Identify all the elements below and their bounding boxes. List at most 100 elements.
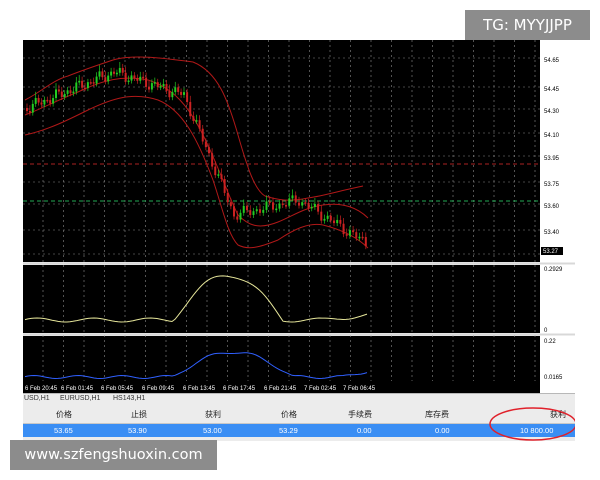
indicator1-area[interactable] (23, 265, 540, 333)
tab-hs143-h1[interactable]: HS143,H1 (113, 395, 145, 402)
candle-body (189, 101, 192, 117)
candle-body (171, 92, 174, 98)
candle-body (148, 86, 150, 90)
candle-body (226, 192, 229, 203)
candle-body (86, 82, 89, 89)
price-label: 54.10 (544, 133, 560, 139)
candle-body (298, 202, 300, 206)
candle-body (278, 203, 281, 209)
candle-body (217, 174, 220, 176)
candle-body (333, 220, 335, 224)
candle-body (63, 93, 66, 98)
price-chart[interactable]: 54.65 54.45 54.30 54.10 53.95 53.75 53.6… (23, 40, 575, 393)
table-header: 价格 止损 获利 价格 手续费 库存费 获利 (23, 406, 575, 424)
col-header-profit[interactable]: 获利 (550, 406, 566, 423)
col-header-price[interactable]: 价格 (281, 406, 297, 423)
col-header-swap[interactable]: 库存费 (425, 406, 449, 423)
candle-body (355, 232, 358, 238)
indicator2-area[interactable] (23, 336, 540, 381)
time-label: 6 Feb 20:45 (25, 386, 58, 392)
tab-usd-h1[interactable]: USD,H1 (24, 395, 50, 402)
candle-body (57, 89, 60, 92)
candle-body (159, 86, 162, 88)
candle-body (268, 201, 271, 203)
col-header-take-profit[interactable]: 获利 (205, 406, 221, 423)
candle-body (145, 77, 148, 87)
price-label: 54.45 (544, 87, 560, 93)
candle-body (66, 90, 69, 94)
candle-body (46, 99, 49, 102)
candle-body (259, 209, 261, 213)
candle-body (272, 202, 274, 210)
candle-body (78, 80, 81, 83)
candle-body (358, 236, 361, 239)
candle-body (107, 75, 110, 82)
candle-body (165, 84, 168, 92)
candle-body (115, 72, 118, 75)
price-label: 53.75 (544, 182, 560, 188)
candle-body (177, 87, 180, 92)
candle-body (124, 72, 127, 82)
candle-body (211, 153, 214, 167)
candle-body (265, 201, 268, 210)
candle-body (89, 82, 92, 84)
time-label: 6 Feb 17:45 (223, 386, 256, 392)
price-label: 54.30 (544, 109, 560, 115)
candle-body (136, 78, 139, 81)
candle-body (130, 75, 133, 81)
candle-body (342, 223, 345, 235)
candle-body (252, 211, 255, 215)
candle-body (72, 91, 75, 94)
tg-watermark: TG: MYYJJPP (465, 10, 590, 40)
cell-profit: 10 800.00 (520, 426, 554, 435)
current-price-label: 53.27 (543, 249, 559, 255)
price-label: 53.40 (544, 230, 560, 236)
candle-body (294, 195, 297, 203)
candle-body (361, 236, 364, 239)
candle-body (37, 97, 40, 103)
price-label: 53.95 (544, 156, 560, 162)
candle-body (220, 174, 223, 179)
candle-body (313, 204, 316, 207)
candle-body (81, 80, 84, 88)
candle-body (291, 195, 294, 199)
time-label: 7 Feb 02:45 (304, 386, 337, 392)
candle-body (139, 76, 142, 81)
candle-body (326, 215, 329, 219)
candle-body (133, 75, 136, 79)
candle-body (110, 71, 113, 76)
candle-body (239, 212, 242, 220)
candle-body (352, 230, 355, 233)
price-label: 54.65 (544, 58, 560, 64)
cell-price: 53.65 (54, 426, 73, 435)
price-label: 53.60 (544, 204, 560, 210)
candle-body (345, 234, 348, 236)
cell-price: 53.29 (279, 426, 298, 435)
candle-body (339, 219, 342, 224)
candle-body (168, 91, 171, 98)
time-label: 6 Feb 21:45 (264, 386, 297, 392)
candle-body (307, 202, 310, 209)
candle-body (336, 219, 339, 224)
table-row[interactable]: 53.65 53.90 53.00 53.29 0.00 0.00 10 800… (23, 424, 575, 437)
candle-body (31, 103, 34, 113)
candle-body (156, 82, 159, 88)
col-header-price[interactable]: 价格 (56, 406, 72, 423)
candle-body (150, 83, 153, 90)
candle-body (255, 209, 258, 212)
candle-body (310, 206, 313, 209)
candle-body (242, 205, 245, 213)
candle-body (92, 82, 95, 84)
trading-terminal: 54.65 54.45 54.30 54.10 53.95 53.75 53.6… (23, 40, 575, 441)
indicator2-label: 0.22 (544, 339, 556, 345)
candle-body (49, 100, 52, 104)
col-header-stop-loss[interactable]: 止损 (131, 406, 147, 423)
cell-swap: 0.00 (435, 426, 450, 435)
col-header-commission[interactable]: 手续费 (348, 406, 372, 423)
candle-body (34, 97, 37, 104)
candle-body (28, 111, 31, 113)
candle-body (229, 202, 232, 207)
candle-body (364, 237, 367, 247)
tab-eurusd-h1[interactable]: EURUSD,H1 (60, 395, 100, 402)
main-chart-area[interactable] (23, 40, 540, 262)
